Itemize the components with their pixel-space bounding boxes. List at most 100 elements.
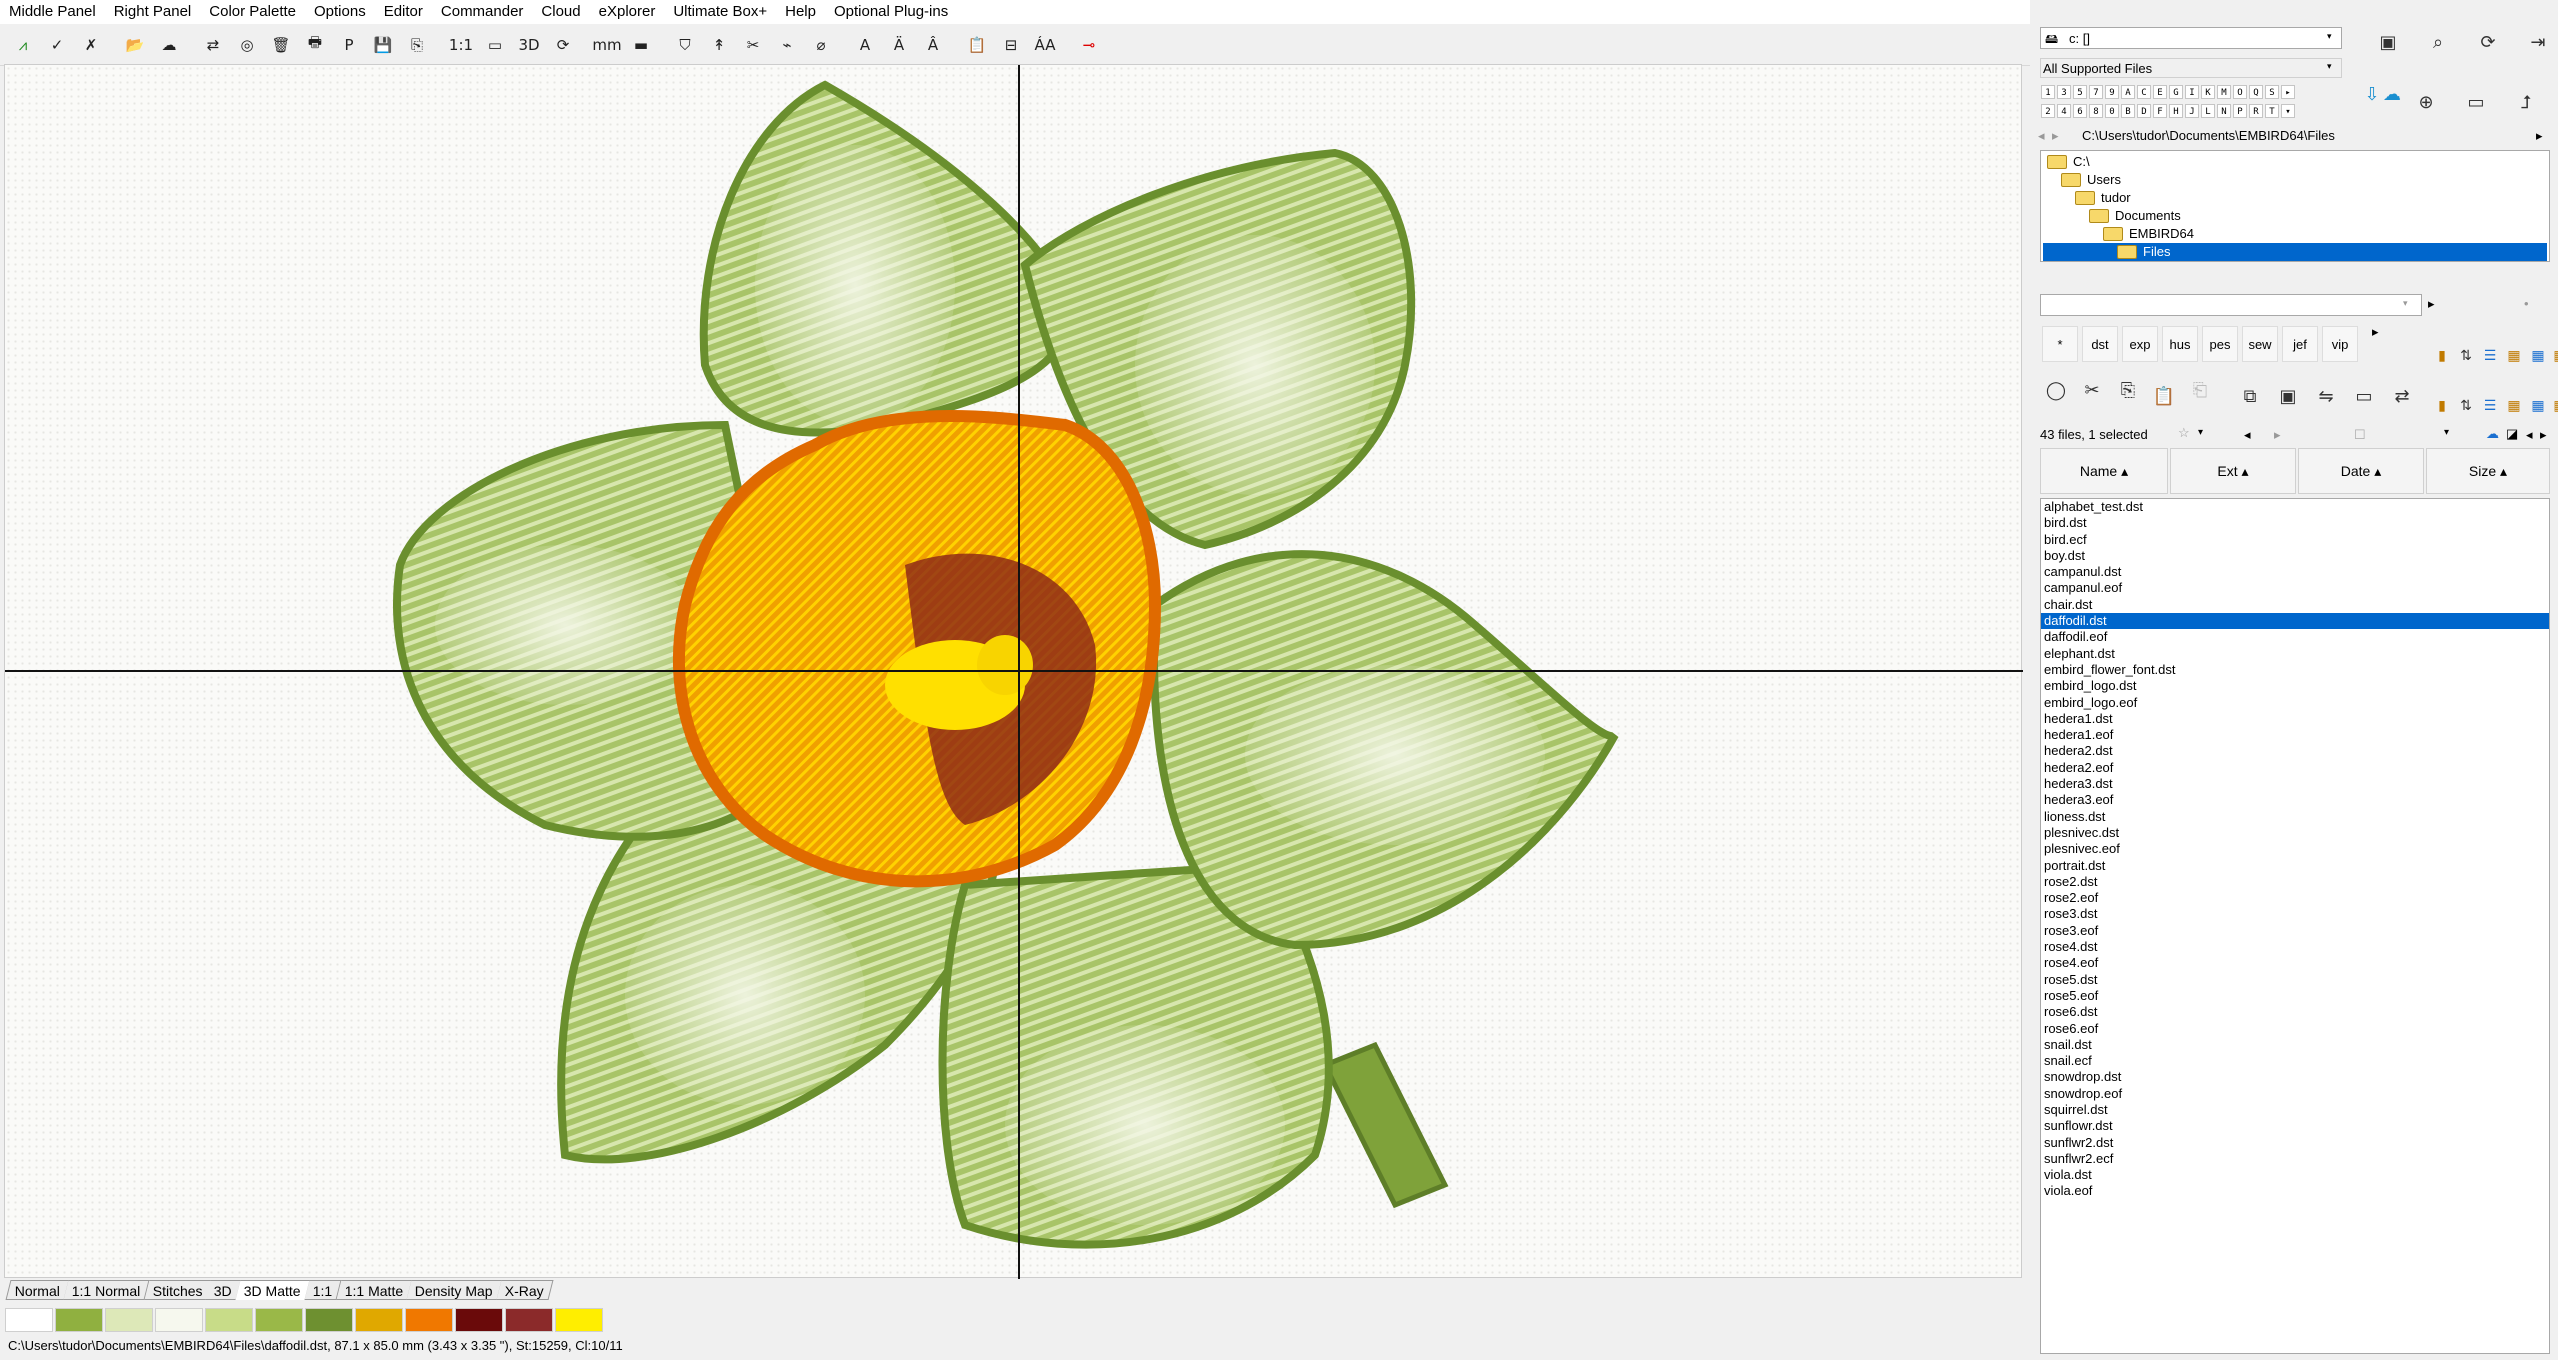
file-row[interactable]: viola.eof — [2041, 1183, 2549, 1199]
refresh-icon[interactable]: ⟳ — [2472, 26, 2504, 58]
hoop-icon[interactable]: ◎ — [232, 30, 262, 60]
next-page-icon[interactable]: ▸ — [2540, 427, 2547, 443]
file-row[interactable]: rose6.dst — [2041, 1004, 2549, 1020]
thumbs-large-icon[interactable]: ▦ — [2544, 340, 2558, 372]
font-aa-icon[interactable]: ÁA — [1030, 30, 1060, 60]
color-swatch[interactable] — [205, 1308, 253, 1332]
transfer-icon[interactable]: ⇄ — [2386, 380, 2418, 412]
color-swatch[interactable] — [455, 1308, 503, 1332]
file-row[interactable]: bird.ecf — [2041, 532, 2549, 548]
back-icon[interactable]: ◂ — [2038, 128, 2045, 144]
thumbs-large-icon[interactable]: ▦ — [2544, 390, 2558, 422]
text-b-icon[interactable]: Ä — [884, 30, 914, 60]
color-swatch[interactable] — [105, 1308, 153, 1332]
3d-icon[interactable]: 3D — [514, 30, 544, 60]
key-red-icon[interactable]: ⊸ — [1074, 30, 1104, 60]
file-row[interactable]: hedera3.eof — [2041, 792, 2549, 808]
color-swatch[interactable] — [255, 1308, 303, 1332]
new-folder-icon[interactable]: ⊕ — [2410, 86, 2442, 118]
file-row[interactable]: sunflwr2.ecf — [2041, 1151, 2549, 1167]
column-size[interactable]: Size ▴ — [2426, 448, 2550, 494]
quick-key[interactable]: F — [2153, 104, 2167, 118]
file-row[interactable]: boy.dst — [2041, 548, 2549, 564]
quick-key[interactable]: M — [2217, 85, 2231, 99]
tree-item-tudor[interactable]: tudor — [2075, 189, 2131, 207]
prev-icon[interactable]: ◂ — [2244, 427, 2251, 443]
monitor-icon[interactable]: ▭ — [2348, 380, 2380, 412]
checkbox-icon[interactable]: ☐ — [2354, 427, 2366, 443]
shield-icon[interactable]: ⛉ — [670, 30, 700, 60]
color-swatch[interactable] — [505, 1308, 553, 1332]
quick-key[interactable]: 1 — [2041, 85, 2055, 99]
file-row[interactable]: alphabet_test.dst — [2041, 499, 2549, 515]
pdf-icon[interactable]: P — [334, 30, 364, 60]
menu-ultimate-box[interactable]: Ultimate Box+ — [664, 0, 776, 24]
file-row[interactable]: hedera2.eof — [2041, 760, 2549, 776]
next-icon[interactable]: ▸ — [2274, 427, 2281, 443]
stitch-a-icon[interactable]: ✂ — [738, 30, 768, 60]
menu-commander[interactable]: Commander — [432, 0, 533, 24]
file-row[interactable]: campanul.eof — [2041, 580, 2549, 596]
column-name[interactable]: Name ▴ — [2040, 448, 2168, 494]
folder-up-icon[interactable]: ⮥ — [2510, 86, 2542, 118]
menu-optional-plug-ins[interactable]: Optional Plug-ins — [825, 0, 957, 24]
quick-key[interactable]: I — [2185, 85, 2199, 99]
tab-density-map[interactable]: Density Map — [406, 1280, 503, 1300]
quick-key[interactable]: B — [2121, 104, 2135, 118]
save-icon[interactable]: 💾 — [368, 30, 398, 60]
menu-color-palette[interactable]: Color Palette — [200, 0, 305, 24]
file-row[interactable]: rose4.dst — [2041, 939, 2549, 955]
quick-key[interactable]: C — [2137, 85, 2151, 99]
print-icon[interactable]: 🖶 — [300, 30, 330, 60]
format-exp-button[interactable]: exp — [2122, 326, 2158, 362]
file-row[interactable]: rose3.dst — [2041, 906, 2549, 922]
menu-middle-panel[interactable]: Middle Panel — [0, 0, 105, 24]
column-ext[interactable]: Ext ▴ — [2170, 448, 2296, 494]
trash-icon[interactable]: 🗑 — [266, 30, 296, 60]
quick-key[interactable]: 7 — [2089, 85, 2103, 99]
text-a-icon[interactable]: A — [850, 30, 880, 60]
tree-item-embird64[interactable]: EMBIRD64 — [2103, 225, 2194, 243]
file-row[interactable]: rose2.eof — [2041, 890, 2549, 906]
color-swatch[interactable] — [5, 1308, 53, 1332]
filter-input[interactable]: ▾ — [2040, 294, 2422, 316]
tree-item-documents[interactable]: Documents — [2089, 207, 2181, 225]
format-sew-button[interactable]: sew — [2242, 326, 2278, 362]
file-row[interactable]: hedera3.dst — [2041, 776, 2549, 792]
needle-icon[interactable]: ↟ — [704, 30, 734, 60]
copy-to-icon[interactable]: ⧉ — [2234, 380, 2266, 412]
menu-right-panel[interactable]: Right Panel — [105, 0, 201, 24]
quick-key[interactable]: N — [2217, 104, 2231, 118]
clipboard-icon[interactable]: 📋 — [962, 30, 992, 60]
file-row[interactable]: bird.dst — [2041, 515, 2549, 531]
text-c-icon[interactable]: Â — [918, 30, 948, 60]
quick-key[interactable]: ▾ — [2281, 104, 2295, 118]
file-row[interactable]: embird_logo.dst — [2041, 678, 2549, 694]
color-swatch[interactable] — [55, 1308, 103, 1332]
copy-icon[interactable]: ⎘ — [2112, 374, 2144, 406]
file-row[interactable]: chair.dst — [2041, 597, 2549, 613]
file-row[interactable]: rose4.eof — [2041, 955, 2549, 971]
stitch-logo-icon[interactable]: ⩘ — [8, 30, 38, 60]
file-row[interactable]: rose5.eof — [2041, 988, 2549, 1004]
file-row[interactable]: snail.ecf — [2041, 1053, 2549, 1069]
color-swatch[interactable] — [405, 1308, 453, 1332]
file-row[interactable]: sunflwr2.dst — [2041, 1135, 2549, 1151]
color-swatch[interactable] — [355, 1308, 403, 1332]
screen-icon[interactable]: ▭ — [480, 30, 510, 60]
file-row[interactable]: plesnivec.eof — [2041, 841, 2549, 857]
layout-icon[interactable]: ⊟ — [996, 30, 1026, 60]
quick-key[interactable]: E — [2153, 85, 2167, 99]
file-row[interactable]: portrait.dst — [2041, 858, 2549, 874]
file-type-select[interactable]: All Supported Files ▾ — [2040, 58, 2342, 78]
format-hus-button[interactable]: hus — [2162, 326, 2198, 362]
quick-key[interactable]: 9 — [2105, 85, 2119, 99]
save-disk-icon[interactable]: ▣ — [2272, 380, 2304, 412]
quick-key[interactable]: S — [2265, 85, 2279, 99]
tab-x-ray[interactable]: X-Ray — [496, 1280, 554, 1300]
quick-key[interactable]: 2 — [2041, 104, 2055, 118]
file-row[interactable]: plesnivec.dst — [2041, 825, 2549, 841]
tree-item-users[interactable]: Users — [2061, 171, 2121, 189]
measure-ruler-icon[interactable]: ▬ — [626, 30, 656, 60]
one-to-one-icon[interactable]: 1:1 — [446, 30, 476, 60]
